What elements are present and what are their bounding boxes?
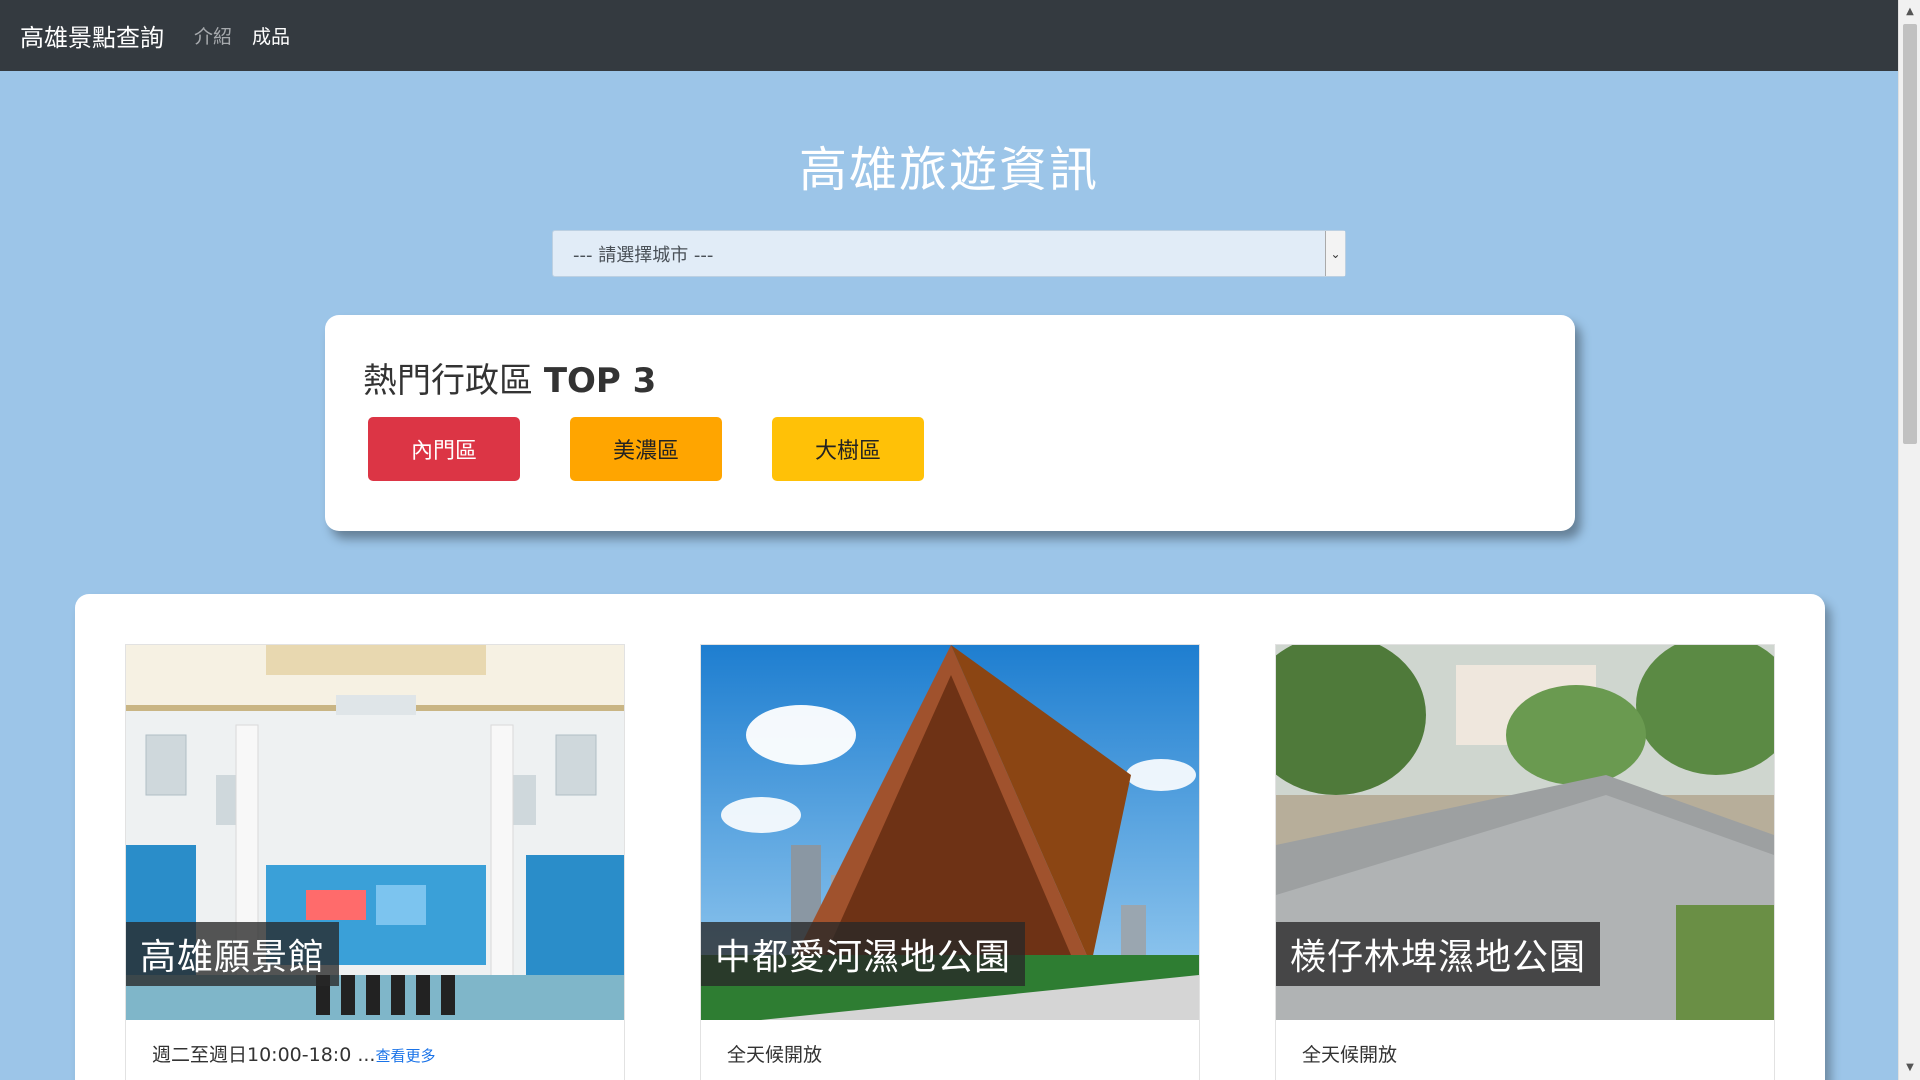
top3-title-prefix: 熱門行政區 [363,361,544,401]
page-title: 高雄旅遊資訊 [798,142,1099,198]
city-select[interactable]: --- 請選擇城市 --- ⌄ [552,230,1346,277]
spot-hours-text: 週二至週日10:00-18:0 ... [152,1044,376,1066]
spot-name: 中都愛河濕地公園 [701,922,1026,986]
spot-image: 檨仔林埤濕地公園 [1276,645,1774,1020]
spot-name: 檨仔林埤濕地公園 [1276,922,1601,986]
spot-card[interactable]: 中都愛河濕地公園 全天候開放 [700,644,1200,1080]
spot-image: 高雄願景館 [126,645,624,1020]
spot-image: 中都愛河濕地公園 [701,645,1199,1020]
scroll-up-icon[interactable]: ▲ [1899,2,1920,22]
district-button-neimen[interactable]: 內門區 [368,417,520,481]
nav-link-product[interactable]: 成品 [252,22,290,49]
top3-card: 熱門行政區 TOP 3 內門區 美濃區 大樹區 [325,315,1575,531]
navbar: 高雄景點查詢 介紹 成品 [0,0,1898,71]
district-button-dashu[interactable]: 大樹區 [772,417,924,481]
page-scrollbar[interactable]: ▲ ▼ [1898,0,1920,1080]
spot-hours: 全天候開放 [701,1020,1199,1080]
spot-card[interactable]: 高雄願景館 週二至週日10:00-18:0 ...查看更多 [125,644,625,1080]
top3-title: 熱門行政區 TOP 3 [363,353,656,402]
spot-card[interactable]: 檨仔林埤濕地公園 全天候開放 [1275,644,1775,1080]
spot-name: 高雄願景館 [126,922,340,986]
top3-title-strong: TOP 3 [543,361,657,401]
spots-panel: 高雄願景館 週二至週日10:00-18:0 ...查看更多 中都愛河濕地公園 全… [75,594,1825,1080]
nav-link-intro[interactable]: 介紹 [194,22,232,49]
scroll-down-icon[interactable]: ▼ [1899,1058,1920,1078]
scrollbar-thumb[interactable] [1903,24,1917,444]
chevron-down-icon[interactable]: ⌄ [1325,231,1345,276]
city-select-value: --- 請選擇城市 --- [573,244,714,266]
view-more-link[interactable]: 查看更多 [375,1047,435,1065]
spot-hours-text: 全天候開放 [1302,1044,1398,1066]
spot-hours-text: 全天候開放 [727,1044,823,1066]
district-button-meinong[interactable]: 美濃區 [570,417,722,481]
brand-link[interactable]: 高雄景點查詢 [20,18,164,53]
spot-hours: 週二至週日10:00-18:0 ...查看更多 [126,1020,624,1080]
spot-hours: 全天候開放 [1276,1020,1774,1080]
